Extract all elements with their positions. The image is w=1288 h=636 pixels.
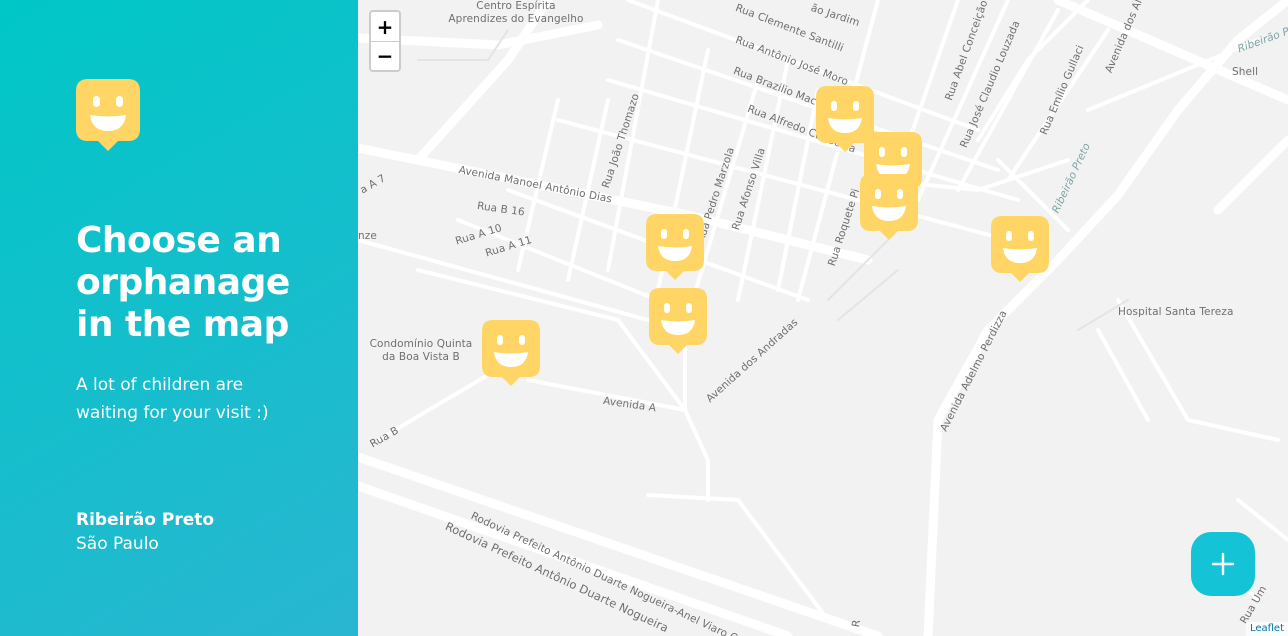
plus-icon [1211, 552, 1235, 576]
map-label: nze [358, 230, 377, 242]
map-label: Condomínio Quinta da Boa Vista B [369, 338, 473, 363]
sidebar: Choose an orphanage in the map A lot of … [0, 0, 358, 636]
map-attribution-link[interactable]: Leaflet [1245, 622, 1288, 636]
create-orphanage-button[interactable] [1191, 532, 1255, 596]
orphanage-marker-icon[interactable] [991, 216, 1049, 282]
happy-marker-logo-icon [76, 79, 140, 151]
zoom-out-button[interactable]: − [371, 41, 399, 70]
zoom-control: + − [369, 10, 401, 72]
map-label: Centro Espírita Aprendizes do Evangelho [448, 0, 584, 25]
map-label: Shell [1232, 66, 1259, 78]
orphanage-marker-icon[interactable] [649, 288, 707, 354]
map-label: Hospital Santa Tereza [1118, 306, 1234, 318]
map[interactable]: Centro Espírita Aprendizes do Evangelho … [358, 0, 1288, 636]
orphanage-marker-icon[interactable] [482, 320, 540, 386]
page-title: Choose an orphanage in the map [76, 220, 290, 345]
zoom-in-button[interactable]: + [371, 12, 399, 41]
page-subtitle: A lot of children are waiting for your v… [76, 375, 269, 423]
orphanage-marker-icon[interactable] [646, 214, 704, 280]
orphanage-marker-icon[interactable] [860, 174, 918, 240]
location: Ribeirão Preto São Paulo [76, 508, 214, 556]
app: Choose an orphanage in the map A lot of … [0, 0, 1288, 636]
location-state: São Paulo [76, 534, 159, 554]
location-city: Ribeirão Preto [76, 510, 215, 530]
